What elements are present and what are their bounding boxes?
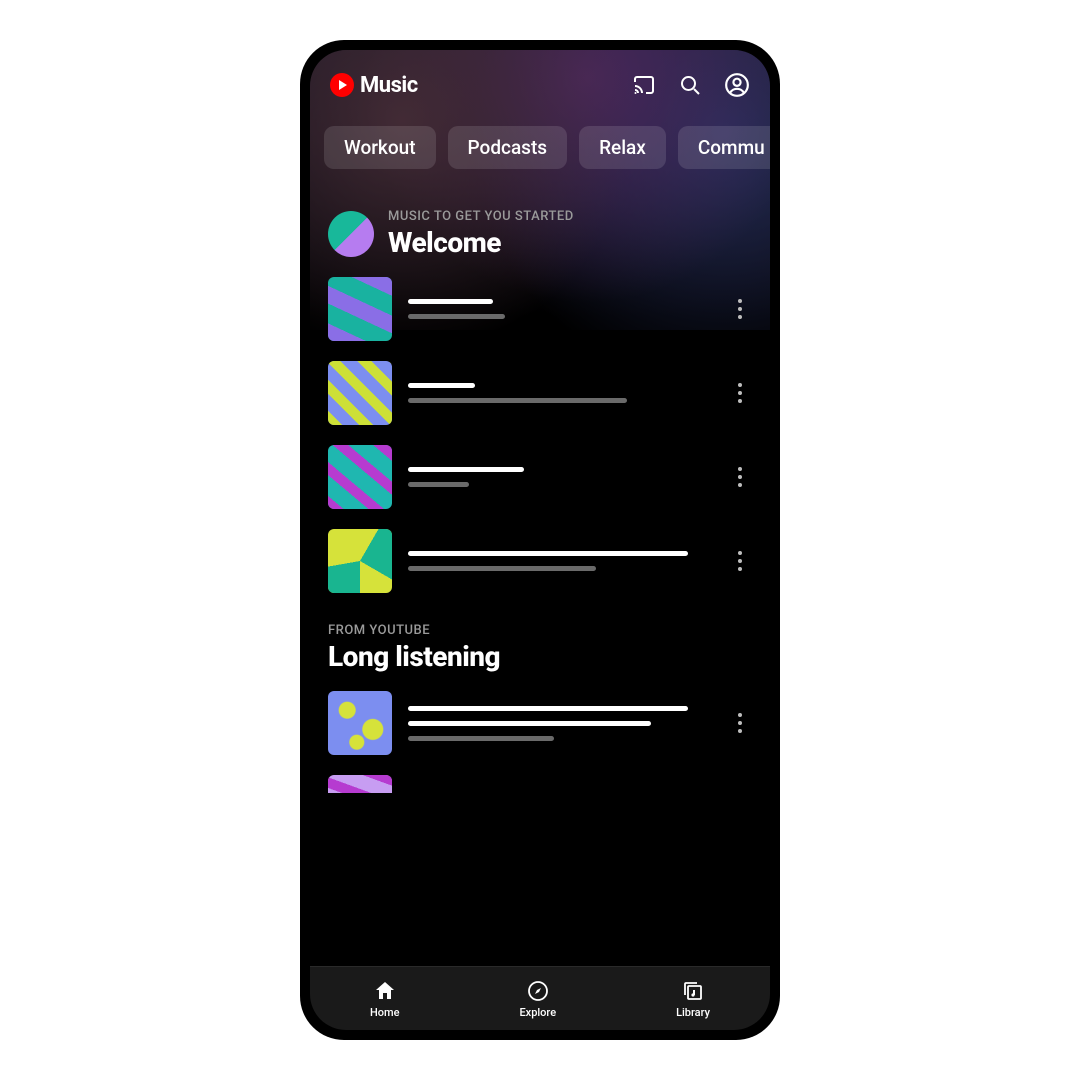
- list-item[interactable]: [328, 445, 752, 509]
- nav-label: Library: [676, 1006, 710, 1019]
- section-kicker: FROM YOUTUBE: [328, 623, 500, 638]
- app-logo[interactable]: Music: [330, 73, 418, 98]
- home-icon: [373, 979, 397, 1003]
- section-kicker: MUSIC TO GET YOU STARTED: [388, 209, 574, 224]
- list-item[interactable]: [328, 277, 752, 341]
- list-item[interactable]: [328, 691, 752, 755]
- search-icon[interactable]: [678, 73, 702, 97]
- track-thumbnail: [328, 361, 392, 425]
- chip-workout[interactable]: Workout: [324, 126, 436, 169]
- phone-screen: Music: [310, 50, 770, 1030]
- long-listening-list: [310, 691, 770, 793]
- chip-podcasts[interactable]: Podcasts: [448, 126, 568, 169]
- main-content[interactable]: MUSIC TO GET YOU STARTED Welcome: [310, 179, 770, 966]
- track-thumbnail: [328, 775, 392, 793]
- track-text-placeholder: [408, 383, 712, 403]
- list-item[interactable]: [328, 529, 752, 593]
- track-thumbnail: [328, 529, 392, 593]
- more-options-icon[interactable]: [728, 713, 752, 733]
- track-text-placeholder: [408, 467, 712, 487]
- track-thumbnail: [328, 691, 392, 755]
- phone-frame: Music: [300, 40, 780, 1040]
- more-options-icon[interactable]: [728, 299, 752, 319]
- section-title: Welcome: [388, 226, 574, 259]
- more-options-icon[interactable]: [728, 551, 752, 571]
- section-title: Long listening: [328, 640, 500, 673]
- nav-explore[interactable]: Explore: [519, 979, 556, 1019]
- account-icon[interactable]: [724, 72, 750, 98]
- track-text-placeholder: [408, 551, 712, 571]
- welcome-list: [310, 277, 770, 593]
- chip-commute[interactable]: Commu: [678, 126, 770, 169]
- track-text-placeholder: [408, 299, 712, 319]
- track-thumbnail: [328, 445, 392, 509]
- section-avatar-icon: [328, 211, 374, 257]
- chip-relax[interactable]: Relax: [579, 126, 666, 169]
- section-header-long-listening[interactable]: FROM YOUTUBE Long listening: [310, 593, 770, 691]
- nav-label: Explore: [519, 1006, 556, 1019]
- track-text-placeholder: [408, 706, 712, 741]
- more-options-icon[interactable]: [728, 383, 752, 403]
- compass-icon: [526, 979, 550, 1003]
- category-chip-row[interactable]: Workout Podcasts Relax Commu: [310, 108, 770, 179]
- section-header-welcome[interactable]: MUSIC TO GET YOU STARTED Welcome: [310, 209, 770, 277]
- bottom-navigation: Home Explore Library: [310, 966, 770, 1030]
- nav-home[interactable]: Home: [370, 979, 400, 1019]
- more-options-icon[interactable]: [728, 467, 752, 487]
- track-thumbnail: [328, 277, 392, 341]
- app-header: Music: [310, 50, 770, 108]
- header-actions: [632, 72, 750, 98]
- list-item[interactable]: [328, 361, 752, 425]
- play-logo-icon: [330, 73, 354, 97]
- nav-label: Home: [370, 1006, 400, 1019]
- nav-library[interactable]: Library: [676, 979, 710, 1019]
- library-icon: [681, 979, 705, 1003]
- app-name: Music: [360, 73, 418, 98]
- cast-icon[interactable]: [632, 73, 656, 97]
- list-item[interactable]: [328, 775, 752, 793]
